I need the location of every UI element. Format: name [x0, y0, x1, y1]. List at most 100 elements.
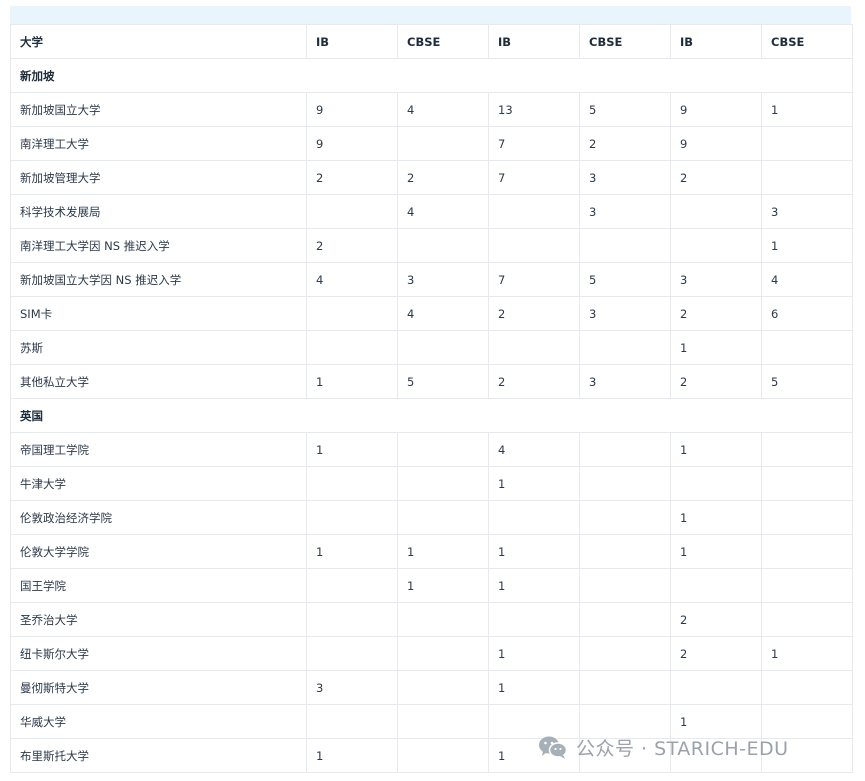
university-name: 圣乔治大学 [10, 602, 307, 637]
university-name: 南洋理工大学 [10, 126, 307, 161]
count-cell: 4 [306, 262, 398, 297]
header-ib: IB [488, 24, 580, 59]
count-cell [306, 602, 398, 637]
count-cell [761, 330, 853, 365]
university-name: SIM卡 [10, 296, 307, 331]
count-cell [488, 602, 580, 637]
count-cell: 1 [397, 568, 489, 603]
count-cell [397, 602, 489, 637]
count-cell: 4 [397, 92, 489, 127]
count-cell: 9 [306, 126, 398, 161]
count-cell: 1 [670, 330, 762, 365]
count-cell [761, 500, 853, 535]
count-cell: 2 [670, 636, 762, 671]
table-row: 苏斯 1 [10, 330, 853, 365]
count-cell: 9 [670, 126, 762, 161]
count-cell: 2 [670, 602, 762, 637]
count-cell: 3 [306, 670, 398, 705]
university-name: 帝国理工学院 [10, 432, 307, 467]
count-cell [579, 466, 671, 501]
count-cell: 4 [397, 296, 489, 331]
count-cell: 6 [761, 296, 853, 331]
count-cell [306, 636, 398, 671]
count-cell [579, 670, 671, 705]
university-name: 新加坡国立大学因 NS 推迟入学 [10, 262, 307, 297]
count-cell [579, 568, 671, 603]
count-cell: 3 [579, 296, 671, 331]
header-university: 大学 [10, 24, 307, 59]
count-cell [579, 500, 671, 535]
university-name: 伦敦政治经济学院 [10, 500, 307, 535]
count-cell: 5 [579, 262, 671, 297]
count-cell: 7 [488, 262, 580, 297]
table-row: 其他私立大学 1 5 2 3 2 5 [10, 364, 853, 399]
count-cell: 3 [670, 262, 762, 297]
header-cbse: CBSE [579, 24, 671, 59]
count-cell: 2 [579, 126, 671, 161]
count-cell [397, 670, 489, 705]
count-cell [761, 602, 853, 637]
table-row: 新加坡国立大学 9 4 13 5 9 1 [10, 92, 853, 127]
count-cell: 2 [306, 160, 398, 195]
university-name: 科学技术发展局 [10, 194, 307, 229]
count-cell [761, 126, 853, 161]
section-label: 新加坡 [10, 58, 853, 93]
count-cell: 1 [306, 364, 398, 399]
count-cell [306, 330, 398, 365]
count-cell: 2 [488, 364, 580, 399]
count-cell [488, 194, 580, 229]
count-cell: 4 [397, 194, 489, 229]
count-cell: 5 [397, 364, 489, 399]
header-ib: IB [670, 24, 762, 59]
count-cell [670, 466, 762, 501]
table-row: 新加坡国立大学因 NS 推迟入学 4 3 7 5 3 4 [10, 262, 853, 297]
count-cell [397, 738, 489, 773]
count-cell [397, 330, 489, 365]
count-cell: 1 [488, 670, 580, 705]
count-cell: 1 [670, 432, 762, 467]
count-cell [397, 126, 489, 161]
table-row: 伦敦政治经济学院 1 [10, 500, 853, 535]
count-cell [579, 636, 671, 671]
count-cell: 3 [579, 160, 671, 195]
count-cell [670, 194, 762, 229]
count-cell [397, 636, 489, 671]
university-name: 新加坡管理大学 [10, 160, 307, 195]
count-cell: 4 [761, 262, 853, 297]
count-cell [306, 466, 398, 501]
count-cell [579, 432, 671, 467]
count-cell: 1 [488, 568, 580, 603]
table-row: 新加坡管理大学 2 2 7 3 2 [10, 160, 853, 195]
table-row: SIM卡 4 2 3 2 6 [10, 296, 853, 331]
count-cell: 1 [488, 636, 580, 671]
count-cell: 2 [488, 296, 580, 331]
count-cell [488, 500, 580, 535]
count-cell [761, 568, 853, 603]
count-cell: 1 [761, 92, 853, 127]
count-cell [488, 330, 580, 365]
count-cell: 2 [397, 160, 489, 195]
count-cell: 1 [488, 466, 580, 501]
count-cell: 5 [579, 92, 671, 127]
count-cell [761, 466, 853, 501]
count-cell: 1 [488, 534, 580, 569]
count-cell [397, 500, 489, 535]
university-name: 南洋理工大学因 NS 推迟入学 [10, 228, 307, 263]
count-cell: 1 [397, 534, 489, 569]
count-cell [670, 228, 762, 263]
count-cell: 1 [306, 534, 398, 569]
university-name: 国王学院 [10, 568, 307, 603]
university-name: 纽卡斯尔大学 [10, 636, 307, 671]
count-cell: 2 [670, 364, 762, 399]
count-cell: 3 [579, 194, 671, 229]
count-cell: 9 [306, 92, 398, 127]
header-cbse: CBSE [397, 24, 489, 59]
university-name: 新加坡国立大学 [10, 92, 307, 127]
count-cell [397, 704, 489, 739]
table-row: 科学技术发展局 4 3 3 [10, 194, 853, 229]
count-cell [579, 228, 671, 263]
count-cell: 1 [670, 534, 762, 569]
count-cell: 13 [488, 92, 580, 127]
count-cell [579, 330, 671, 365]
university-name: 伦敦大学学院 [10, 534, 307, 569]
